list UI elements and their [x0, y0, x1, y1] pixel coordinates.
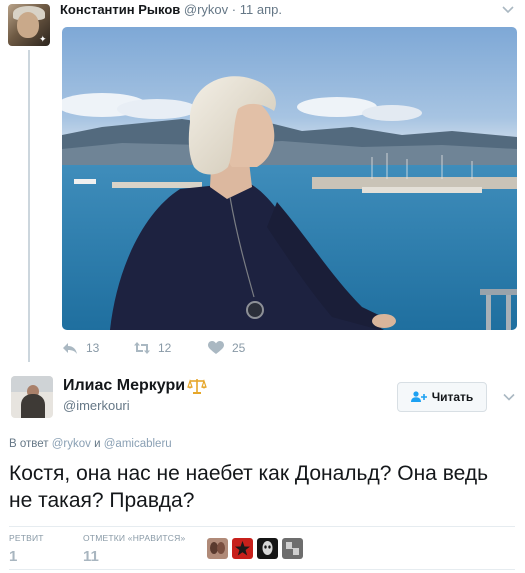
- harbor-photo-illustration: [62, 76, 517, 330]
- reply-count: 13: [86, 341, 100, 355]
- liker-avatar-image: [232, 538, 253, 559]
- retweet-count: 12: [158, 341, 172, 355]
- reply-author-avatar[interactable]: [11, 376, 53, 418]
- parent-tweet-date[interactable]: 11 апр.: [240, 2, 282, 17]
- stats-divider-top: [9, 526, 515, 527]
- reply-tweet-text: Костя, она нас не наебет как Дональд? Он…: [9, 462, 489, 512]
- in-reply-and: и: [94, 438, 101, 450]
- retweets-stat[interactable]: РЕТВИТ 1: [9, 533, 44, 565]
- verified-star-icon: ✦: [39, 34, 47, 44]
- chevron-down-icon[interactable]: [503, 393, 515, 401]
- stats-divider-bottom: [9, 569, 515, 570]
- liker-avatar[interactable]: [282, 538, 303, 559]
- reply-action[interactable]: 13: [62, 341, 99, 355]
- retweets-value: 1: [9, 548, 18, 565]
- reply-icon: [63, 343, 77, 354]
- liker-avatar[interactable]: [232, 538, 253, 559]
- parent-tweet-header: Константин Рыков @rykov · 11 апр.: [60, 2, 282, 17]
- follow-button[interactable]: Читать: [397, 382, 487, 412]
- follow-user-icon: [410, 391, 427, 402]
- like-action[interactable]: 25: [208, 341, 245, 355]
- chevron-down-icon[interactable]: [501, 4, 515, 14]
- reply-author-handle[interactable]: @imerkouri: [63, 398, 130, 413]
- likes-value: 11: [83, 548, 99, 565]
- liker-avatar-image: [257, 538, 278, 559]
- scales-icon: [187, 379, 207, 394]
- liker-avatar[interactable]: [257, 538, 278, 559]
- thread-connector-line: [28, 50, 30, 362]
- tweet-photo[interactable]: [62, 27, 517, 330]
- likers-avatars: [207, 538, 303, 559]
- retweets-label: РЕТВИТ: [9, 533, 44, 543]
- retweet-action[interactable]: 12: [134, 341, 171, 355]
- retweet-icon: [134, 342, 150, 354]
- in-reply-handle-rykov[interactable]: @rykov: [52, 438, 91, 450]
- in-reply-handle-amicableru[interactable]: @amicableru: [104, 438, 172, 450]
- follow-button-label: Читать: [431, 390, 474, 404]
- likes-label: ОТМЕТКИ «НРАВИТСЯ»: [83, 533, 186, 543]
- parent-author-handle[interactable]: @rykov: [184, 2, 228, 17]
- avatar-face: [17, 12, 39, 38]
- parent-tweet: ✦ Константин Рыков @rykov · 11 апр. 13 1…: [0, 0, 525, 365]
- avatar-body: [21, 394, 45, 418]
- parent-author-name[interactable]: Константин Рыков: [60, 2, 180, 17]
- header-separator: ·: [231, 2, 237, 17]
- parent-author-avatar[interactable]: ✦: [8, 4, 50, 46]
- heart-icon: [208, 341, 224, 354]
- liker-avatar-image: [207, 538, 228, 559]
- in-reply-prefix: В ответ: [9, 438, 49, 450]
- liker-avatar[interactable]: [207, 538, 228, 559]
- liker-avatar-image: [282, 538, 303, 559]
- like-count: 25: [232, 341, 246, 355]
- reply-author-name-row: Илиас Меркури: [63, 377, 207, 395]
- likes-stat[interactable]: ОТМЕТКИ «НРАВИТСЯ» 11: [83, 533, 185, 565]
- parent-tweet-actions: 13 12 25: [62, 341, 362, 357]
- reply-author-name[interactable]: Илиас Меркури: [63, 377, 185, 395]
- in-reply-to: В ответ @rykov и @amicableru: [9, 438, 172, 450]
